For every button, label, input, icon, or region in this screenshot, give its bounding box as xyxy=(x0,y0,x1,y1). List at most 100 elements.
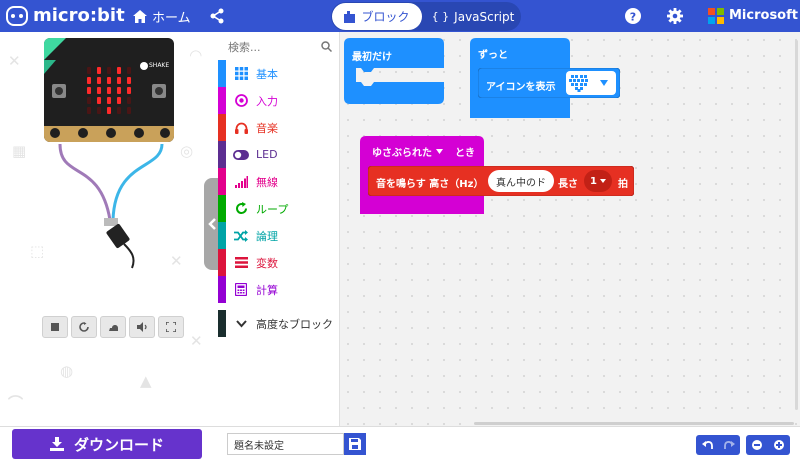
microsoft-logo-icon[interactable] xyxy=(708,8,724,24)
restart-button[interactable] xyxy=(71,316,97,338)
microbit-board[interactable]: SHAKE xyxy=(44,38,174,142)
editor-toggle: ブロック { } JavaScript xyxy=(331,2,521,31)
forever-label: ずっと xyxy=(478,50,508,61)
simulator-controls xyxy=(42,316,187,338)
workspace-hscrollbar[interactable] xyxy=(474,422,794,425)
led xyxy=(87,67,91,74)
chevron-down-icon xyxy=(235,319,247,327)
bg-deco-icon: ◠ xyxy=(190,46,202,64)
blocks-tab[interactable]: ブロック xyxy=(332,3,422,30)
blocks-workspace[interactable]: 最初だけ ずっと アイコンを表示 ゆさぶられた とき 音を鳴らす 高さ（Hz） … xyxy=(340,32,800,426)
button-b[interactable] xyxy=(152,84,166,98)
category-item[interactable]: 計算 xyxy=(218,276,340,303)
beat-value: 1 xyxy=(590,175,597,187)
category-label: 無線 xyxy=(256,175,278,189)
category-label: 基本 xyxy=(256,67,278,81)
plus-icon xyxy=(774,440,784,450)
project-name-field[interactable] xyxy=(227,433,344,455)
category-item[interactable]: 音楽 xyxy=(218,114,340,141)
category-item[interactable]: 変数 xyxy=(218,249,340,276)
home-button[interactable]: ホーム xyxy=(133,4,191,28)
category-item[interactable]: LED xyxy=(218,141,340,168)
minus-icon xyxy=(752,440,762,450)
fullscreen-icon xyxy=(166,322,176,332)
led xyxy=(107,67,111,74)
category-label: 高度なブロック xyxy=(256,317,333,331)
workspace-vscrollbar[interactable] xyxy=(795,40,798,410)
bg-deco-icon: ✕ xyxy=(8,52,21,70)
search-input[interactable] xyxy=(224,36,334,59)
toggle-icon xyxy=(226,149,256,160)
icon-picker[interactable] xyxy=(566,71,616,95)
puzzle-icon xyxy=(344,10,356,23)
stop-button[interactable] xyxy=(42,316,68,338)
play-tone-label: 音を鳴らす 高さ（Hz） xyxy=(376,179,484,190)
led xyxy=(127,107,131,114)
shake-button[interactable] xyxy=(140,62,148,70)
category-item[interactable]: 無線 xyxy=(218,168,340,195)
shuffle-icon xyxy=(226,229,256,242)
category-item[interactable]: 論理 xyxy=(218,222,340,249)
grid-icon xyxy=(226,67,256,80)
speaker-icon xyxy=(136,322,147,332)
microsoft-label[interactable]: Microsoft xyxy=(729,8,798,23)
category-label: 音楽 xyxy=(256,121,278,135)
redo-button[interactable] xyxy=(718,435,740,455)
javascript-tab[interactable]: { } JavaScript xyxy=(427,3,519,30)
led xyxy=(97,107,101,114)
led-matrix xyxy=(84,66,134,116)
on-gesture-header: ゆさぶられた とき xyxy=(372,144,475,159)
zoom-in-button[interactable] xyxy=(768,435,790,455)
led xyxy=(87,87,91,94)
mute-button[interactable] xyxy=(129,316,155,338)
led xyxy=(107,87,111,94)
search-icon[interactable] xyxy=(321,41,332,52)
svg-text:?: ? xyxy=(630,11,636,24)
led xyxy=(107,107,111,114)
top-menu-bar: micro:bit ホーム ブロック { } JavaScript ? Micr… xyxy=(0,0,800,32)
category-item[interactable]: 入力 xyxy=(218,87,340,114)
zoom-out-button[interactable] xyxy=(746,435,768,455)
slowmo-button[interactable] xyxy=(100,316,126,338)
snail-icon xyxy=(108,324,118,331)
led xyxy=(127,67,131,74)
button-a[interactable] xyxy=(52,84,66,98)
chevron-left-icon xyxy=(208,218,216,230)
share-icon xyxy=(210,8,224,24)
share-button[interactable] xyxy=(209,8,225,28)
redo-icon xyxy=(723,441,735,449)
led xyxy=(97,87,101,94)
target-icon xyxy=(226,94,256,107)
restart-icon xyxy=(79,322,89,332)
led xyxy=(117,67,121,74)
show-icon-label: アイコンを表示 xyxy=(486,82,556,93)
toolbox: 基本入力音楽 LED 無線ループ論理変数計算 高度なブロック xyxy=(218,32,340,426)
gesture-dropdown[interactable]: ゆさぶられた xyxy=(372,144,432,159)
save-button[interactable] xyxy=(344,433,366,455)
headphones-icon xyxy=(226,122,256,134)
home-icon xyxy=(133,9,147,23)
dropdown-arrow-icon[interactable] xyxy=(436,149,443,154)
help-icon[interactable]: ? xyxy=(625,8,641,28)
led xyxy=(107,97,111,104)
note-field[interactable]: 真ん中のド xyxy=(488,170,554,192)
heart-icon xyxy=(569,75,588,92)
category-item[interactable]: ループ xyxy=(218,195,340,222)
bg-deco-icon: ▦ xyxy=(12,142,27,160)
undo-button[interactable] xyxy=(696,435,718,455)
bottom-bar: ダウンロード xyxy=(0,426,800,460)
led xyxy=(117,87,121,94)
undo-icon xyxy=(701,441,713,449)
gear-icon[interactable] xyxy=(667,8,683,28)
on-start-label: 最初だけ xyxy=(352,52,392,63)
fullscreen-button[interactable] xyxy=(158,316,184,338)
beat-dropdown[interactable]: 1 xyxy=(584,170,612,192)
microbit-logo-icon[interactable] xyxy=(6,6,28,26)
category-advanced[interactable]: 高度なブロック xyxy=(218,310,340,337)
led xyxy=(117,77,121,84)
led xyxy=(87,107,91,114)
brand-title[interactable]: micro:bit xyxy=(33,5,125,26)
download-button[interactable]: ダウンロード xyxy=(12,429,202,459)
led xyxy=(97,97,101,104)
category-item[interactable]: 基本 xyxy=(218,60,340,87)
